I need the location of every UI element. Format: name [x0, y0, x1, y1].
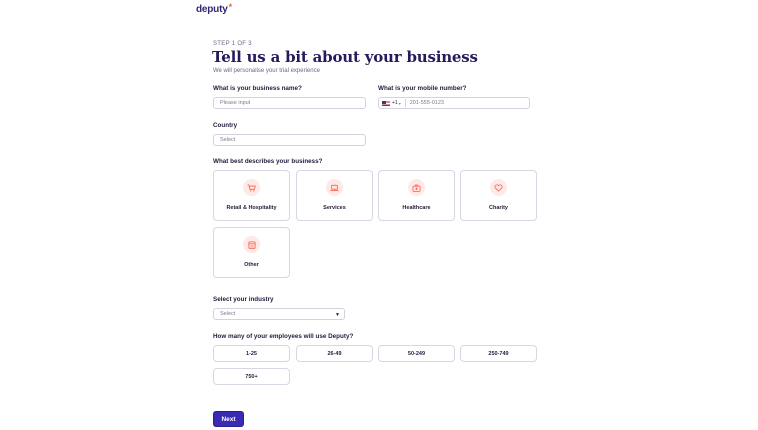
employees-option-50-249[interactable]: 50-249 [378, 345, 455, 362]
industry-value: Select [220, 311, 236, 317]
business-type-label-services: Services [323, 205, 346, 211]
mobile-number-placeholder: 201-555-0123 [409, 100, 444, 106]
laptop-icon [326, 179, 343, 196]
country-select[interactable]: Select [213, 134, 366, 146]
business-type-option-healthcare[interactable]: Healthcare [378, 170, 455, 221]
building-icon [243, 236, 260, 253]
medical-bag-icon [408, 179, 425, 196]
country-placeholder: Select [220, 137, 236, 143]
business-type-label-retail: Retail & Hospitality [226, 205, 277, 211]
logo-star-icon: * [228, 2, 233, 12]
country-label: Country [213, 122, 238, 129]
business-type-option-retail[interactable]: Retail & Hospitality [213, 170, 290, 221]
business-name-field[interactable]: Please input [213, 97, 366, 109]
chevron-down-icon: ▾ [398, 100, 401, 106]
business-type-option-services[interactable]: Services [296, 170, 373, 221]
step-indicator: STEP 1 OF 3 [213, 41, 252, 47]
employees-option-1-25[interactable]: 1-25 [213, 345, 290, 362]
next-button[interactable]: Next [213, 411, 244, 427]
employees-option-250-749[interactable]: 250-749 [460, 345, 537, 362]
mobile-number-label: What is your mobile number? [378, 85, 467, 92]
employees-option-750-plus[interactable]: 750+ [213, 368, 290, 385]
business-name-placeholder: Please input [220, 100, 251, 106]
business-type-label-charity: Charity [489, 205, 508, 211]
country-code: +1 [392, 100, 398, 106]
employees-label: How many of your employees will use Depu… [213, 333, 354, 340]
deputy-logo[interactable]: deputy* [196, 2, 233, 15]
business-type-label-healthcare: Healthcare [402, 205, 431, 211]
employees-option-26-49[interactable]: 26-49 [296, 345, 373, 362]
phone-divider [404, 99, 406, 107]
business-type-label: What best describes your business? [213, 158, 323, 165]
business-type-label-other: Other [244, 262, 259, 268]
country-code-selector[interactable]: +1 ▾ [382, 100, 401, 106]
business-type-option-charity[interactable]: Charity [460, 170, 537, 221]
page-subtitle: We will personalise your trial experienc… [213, 68, 320, 74]
page-title: Tell us a bit about your business [212, 48, 478, 66]
industry-label: Select your industry [213, 296, 274, 303]
business-type-option-other[interactable]: Other [213, 227, 290, 278]
industry-select[interactable]: Select ▼ [213, 308, 345, 320]
caret-down-icon: ▼ [335, 312, 340, 318]
heart-icon [490, 179, 507, 196]
cart-icon [243, 179, 260, 196]
us-flag-icon [382, 100, 390, 106]
business-name-label: What is your business name? [213, 85, 302, 92]
mobile-number-field[interactable]: +1 ▾ 201-555-0123 [378, 97, 530, 109]
logo-text: deputy [196, 4, 228, 15]
